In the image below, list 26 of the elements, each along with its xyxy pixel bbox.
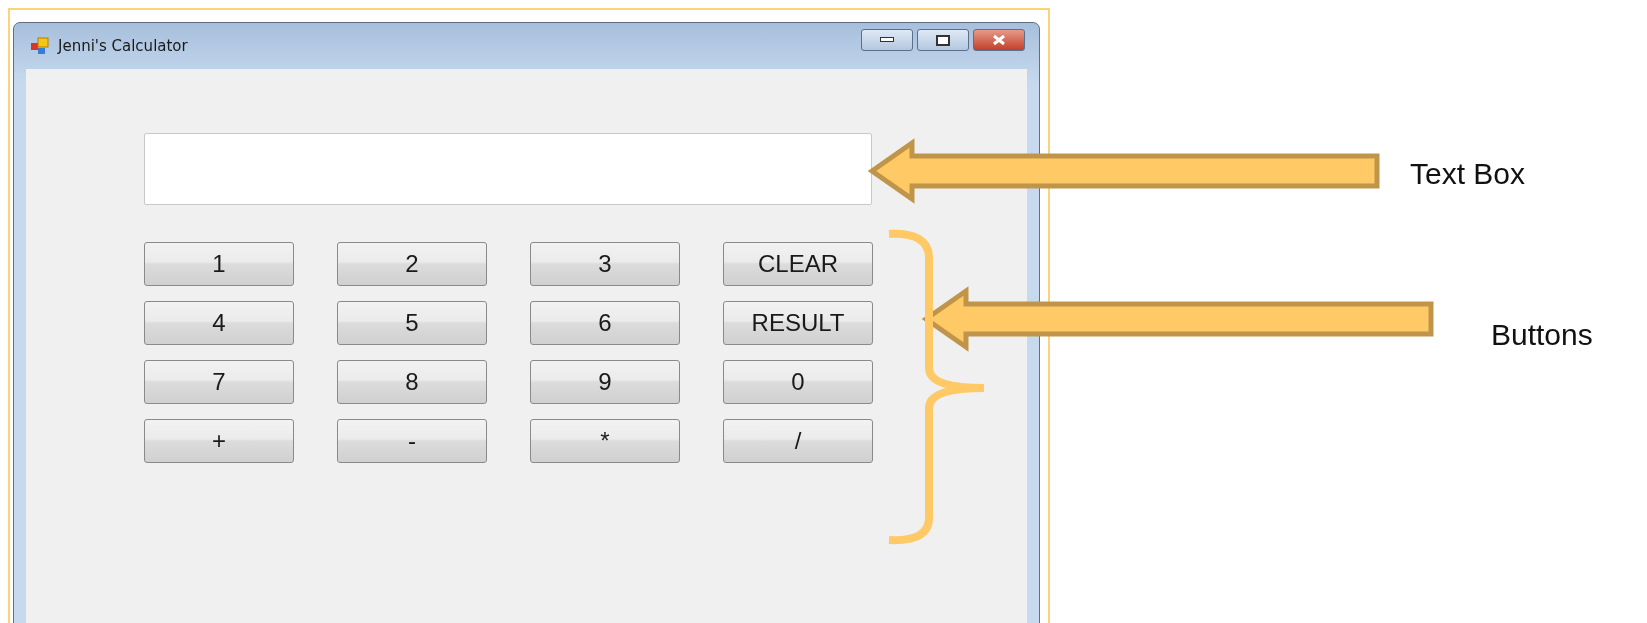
calculator-button[interactable]: RESULT bbox=[723, 301, 873, 345]
calculator-button[interactable]: + bbox=[144, 419, 294, 463]
calculator-button[interactable]: * bbox=[530, 419, 680, 463]
calculator-button[interactable]: CLEAR bbox=[723, 242, 873, 286]
close-icon bbox=[992, 34, 1006, 46]
app-icon bbox=[30, 37, 50, 55]
calculator-button[interactable]: 3 bbox=[530, 242, 680, 286]
calculator-button[interactable]: / bbox=[723, 419, 873, 463]
window-title: Jenni's Calculator bbox=[58, 37, 189, 55]
calculator-button[interactable]: 0 bbox=[723, 360, 873, 404]
maximize-icon bbox=[936, 34, 950, 46]
calculator-button[interactable]: 6 bbox=[530, 301, 680, 345]
minimize-icon bbox=[880, 37, 894, 43]
calculator-button[interactable]: 2 bbox=[337, 242, 487, 286]
calculator-button[interactable]: 8 bbox=[337, 360, 487, 404]
calculator-button[interactable]: 7 bbox=[144, 360, 294, 404]
calculator-button[interactable]: 4 bbox=[144, 301, 294, 345]
annotation-label: Text Box bbox=[1410, 157, 1526, 191]
close-button[interactable] bbox=[973, 29, 1025, 51]
calculator-button[interactable]: 1 bbox=[144, 242, 294, 286]
calculator-button[interactable]: - bbox=[337, 419, 487, 463]
calculator-button[interactable]: 9 bbox=[530, 360, 680, 404]
minimize-button[interactable] bbox=[861, 29, 913, 51]
annotation-label: Buttons bbox=[1491, 318, 1593, 352]
calculator-button[interactable]: 5 bbox=[337, 301, 487, 345]
maximize-button[interactable] bbox=[917, 29, 969, 51]
